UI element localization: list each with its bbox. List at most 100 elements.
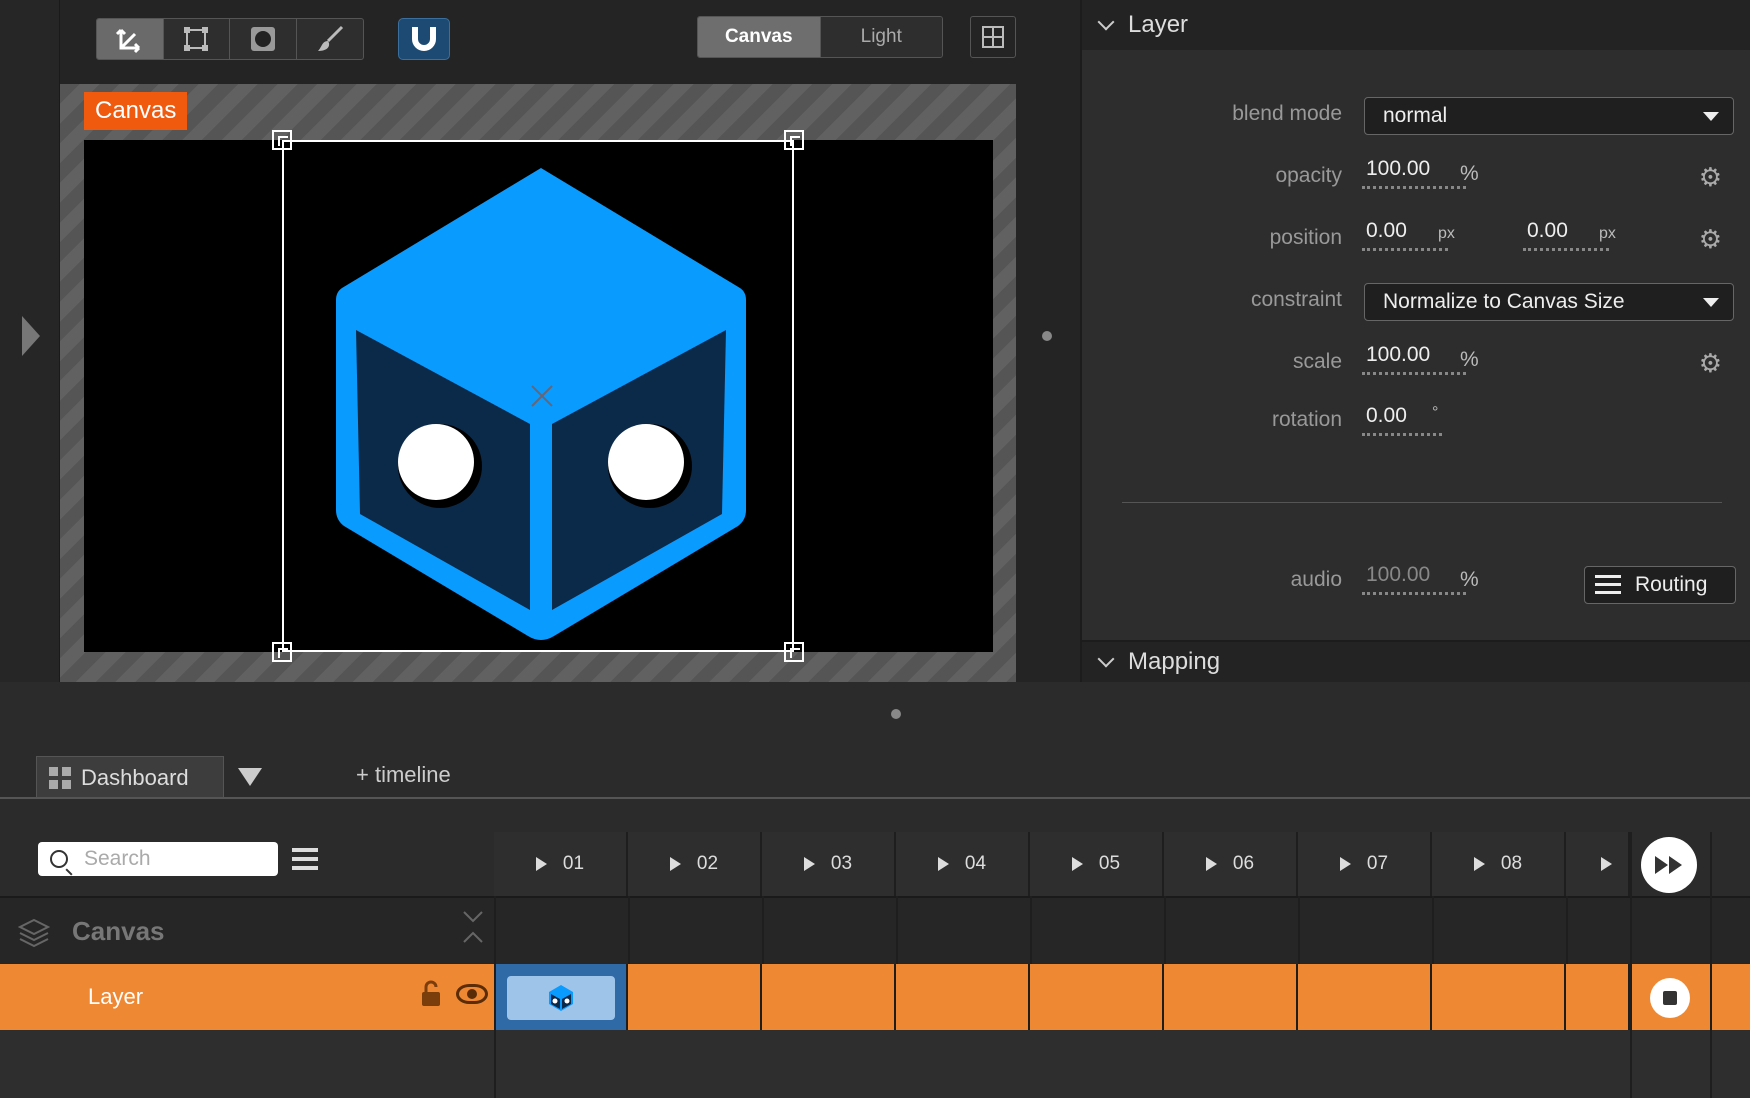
audio-field[interactable]: 100.00	[1362, 561, 1466, 595]
position-y-field[interactable]: 0.00	[1523, 217, 1609, 251]
mask-icon	[250, 27, 275, 51]
view-mode-toggle: Canvas Light	[697, 16, 943, 58]
opacity-gear-icon[interactable]: ⚙	[1699, 162, 1722, 193]
brush-icon	[317, 25, 343, 51]
column-03[interactable]: 03	[762, 832, 896, 896]
brush-tool-button[interactable]	[297, 19, 364, 59]
stop-layer-button[interactable]	[1650, 978, 1690, 1018]
clip-slot-04[interactable]	[896, 964, 1030, 1030]
clip-thumbnail[interactable]	[507, 976, 615, 1020]
scale-field[interactable]: 100.00	[1362, 341, 1466, 375]
grid-view-button[interactable]	[970, 16, 1016, 58]
play-column-icon	[669, 857, 681, 871]
empty-track-area[interactable]	[0, 1030, 1750, 1098]
column-08[interactable]: 08	[1432, 832, 1566, 896]
tab-dashboard[interactable]: Dashboard	[36, 756, 224, 798]
inspector-divider	[1122, 502, 1722, 503]
audio-unit: %	[1460, 568, 1479, 591]
blend-mode-dropdown[interactable]: normal	[1364, 97, 1734, 135]
audio-label: audio	[1290, 568, 1342, 591]
play-column-icon	[1205, 857, 1217, 871]
layer-section-title: Layer	[1128, 11, 1189, 38]
preview-panel: Canvas Light Canvas	[60, 0, 1080, 682]
scale-gear-icon[interactable]: ⚙	[1699, 348, 1722, 379]
grid-line	[1710, 832, 1712, 1098]
move-tool-button[interactable]	[97, 19, 164, 59]
mapping-section-title: Mapping	[1128, 648, 1221, 675]
transform-tool-button[interactable]	[164, 19, 230, 59]
position-x-unit: px	[1438, 225, 1455, 242]
transform-handle-top-right[interactable]	[784, 130, 804, 150]
tab-dropdown-icon[interactable]	[238, 768, 262, 786]
column-04[interactable]: 04	[896, 832, 1030, 896]
column-07[interactable]: 07	[1298, 832, 1432, 896]
transform-handle-bottom-right[interactable]	[784, 642, 804, 662]
canvas-stage[interactable]: Canvas	[60, 84, 1016, 682]
play-column-icon	[803, 857, 815, 871]
view-mode-canvas[interactable]: Canvas	[698, 17, 821, 57]
layer-section-header[interactable]: Layer	[1082, 0, 1750, 50]
column-02[interactable]: 02	[628, 832, 762, 896]
play-column-icon	[937, 857, 949, 871]
add-timeline-button[interactable]: + timeline	[356, 762, 451, 788]
grid-line	[1630, 832, 1632, 1098]
column-label: 07	[1366, 853, 1389, 874]
column-label: 06	[1232, 853, 1255, 874]
chevron-down-icon	[1097, 13, 1115, 31]
transform-handle-bottom-left[interactable]	[272, 642, 292, 662]
clip-slot-06[interactable]	[1164, 964, 1298, 1030]
rotation-field[interactable]: 0.00	[1362, 402, 1442, 436]
panel-resize-handle-horizontal[interactable]	[891, 709, 901, 719]
rotation-label: rotation	[1271, 408, 1342, 431]
collapse-group-icon[interactable]	[462, 910, 484, 946]
opacity-field[interactable]: 100.00	[1362, 155, 1466, 189]
panel-resize-handle[interactable]	[1042, 331, 1052, 341]
grid-line	[1030, 896, 1032, 964]
clip-slot-03[interactable]	[762, 964, 896, 1030]
clip-slot-08[interactable]	[1432, 964, 1566, 1030]
clip-slot-05[interactable]	[1030, 964, 1164, 1030]
constraint-dropdown[interactable]: Normalize to Canvas Size	[1364, 283, 1734, 321]
canvas-label-badge: Canvas	[84, 92, 188, 130]
lock-open-icon[interactable]	[420, 980, 442, 1015]
transform-handle-top-left[interactable]	[272, 130, 292, 150]
column-05[interactable]: 05	[1030, 832, 1164, 896]
mask-tool-button[interactable]	[230, 19, 297, 59]
selection-bounding-box[interactable]	[282, 140, 794, 652]
play-column-icon	[535, 857, 547, 871]
column-06[interactable]: 06	[1164, 832, 1298, 896]
position-gear-icon[interactable]: ⚙	[1699, 224, 1722, 255]
tool-group	[96, 18, 364, 60]
position-label: position	[1269, 226, 1342, 249]
fast-forward-button[interactable]	[1641, 837, 1697, 893]
magnet-icon	[412, 27, 436, 51]
blend-mode-value: normal	[1383, 104, 1448, 127]
left-panel-collapsed	[0, 0, 60, 682]
snap-magnet-button[interactable]	[398, 18, 450, 60]
search-box[interactable]	[38, 842, 278, 876]
clip-slot-02[interactable]	[628, 964, 762, 1030]
layer-name: Layer	[88, 984, 144, 1009]
grid-line	[762, 896, 764, 964]
view-mode-light[interactable]: Light	[820, 17, 942, 57]
play-column-icon	[1071, 857, 1083, 871]
mapping-section-header[interactable]: Mapping	[1082, 640, 1750, 682]
grid-line	[1298, 896, 1300, 964]
opacity-label: opacity	[1275, 164, 1342, 187]
move-arrows-icon	[115, 28, 140, 54]
group-row[interactable]	[0, 896, 1750, 964]
tab-dashboard-label: Dashboard	[81, 764, 189, 790]
play-column-icon	[1601, 857, 1612, 871]
column-label: 03	[830, 853, 853, 874]
eye-visibility-icon[interactable]	[456, 984, 488, 1004]
column-label: 02	[696, 853, 719, 874]
column-09[interactable]	[1566, 832, 1630, 896]
list-menu-icon[interactable]	[292, 848, 318, 870]
clip-slot-09[interactable]	[1566, 964, 1630, 1030]
position-x-field[interactable]: 0.00	[1362, 217, 1448, 251]
expand-panel-icon[interactable]	[22, 316, 40, 356]
column-01[interactable]: 01	[494, 832, 628, 896]
routing-button[interactable]: Routing	[1584, 566, 1736, 604]
search-input[interactable]	[84, 847, 254, 871]
clip-slot-07[interactable]	[1298, 964, 1432, 1030]
